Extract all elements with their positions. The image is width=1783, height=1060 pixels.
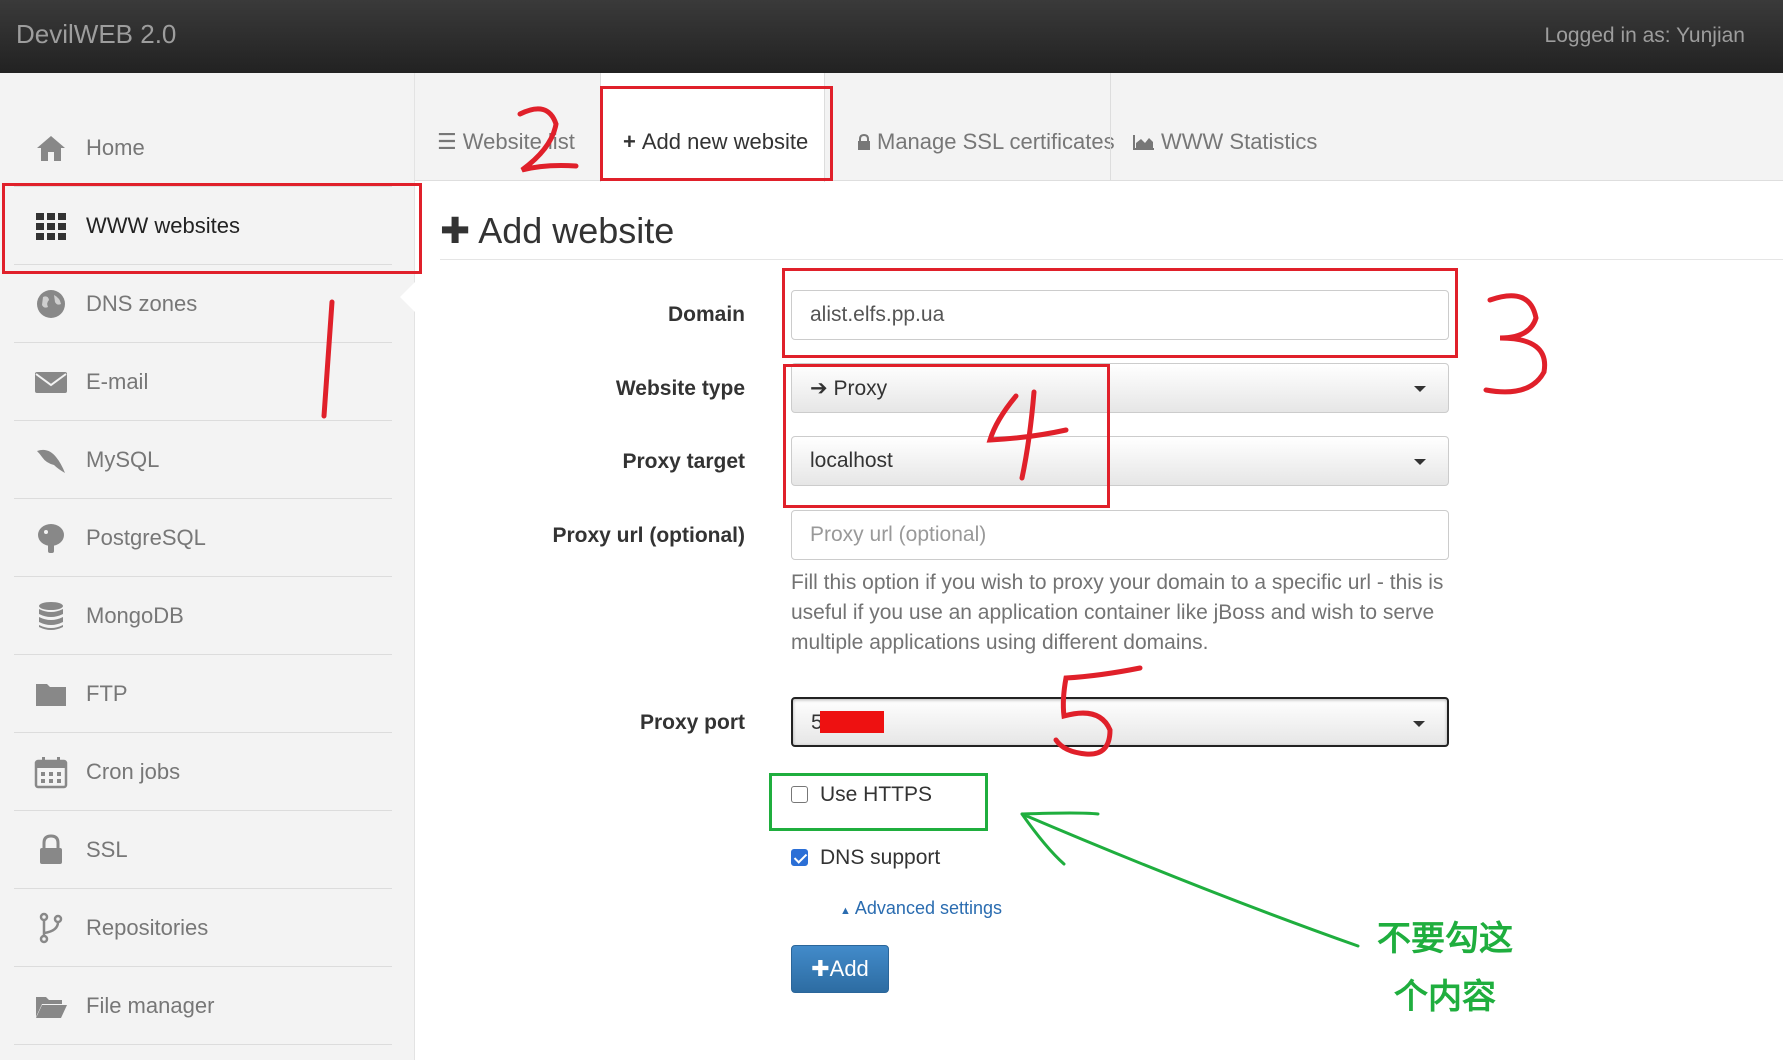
- sidebar-item-label: Repositories: [86, 915, 209, 940]
- annotation-number-3: [1483, 293, 1548, 395]
- calendar-icon: [34, 757, 68, 789]
- sidebar-item-postgresql[interactable]: PostgreSQL: [14, 499, 392, 577]
- elephant-icon: [38, 524, 64, 553]
- sidebar-item-cron-jobs[interactable]: Cron jobs: [14, 733, 392, 811]
- folder-open-icon: [36, 997, 67, 1018]
- redacted-port-mark: [820, 711, 884, 733]
- lock-icon: [857, 129, 871, 155]
- sidebar-item-label: MongoDB: [86, 603, 184, 628]
- advanced-settings-text: Advanced settings: [854, 898, 1002, 918]
- sidebar-item-mysql[interactable]: MySQL: [14, 421, 392, 499]
- caret-down-icon: [1414, 459, 1426, 465]
- tab-label: Website list: [462, 129, 575, 154]
- sidebar-item-file-manager[interactable]: File manager: [14, 967, 392, 1045]
- plus-icon: ✚: [811, 956, 830, 981]
- dns-support-checkbox[interactable]: DNS support: [791, 846, 940, 870]
- logged-in-text: Logged in as: Yunjian: [1544, 24, 1745, 47]
- proxy-url-help: Fill this option if you wish to proxy yo…: [791, 571, 1444, 654]
- sidebar-item-dns-zones[interactable]: DNS zones: [14, 265, 392, 343]
- sidebar-item-mongodb[interactable]: MongoDB: [14, 577, 392, 655]
- sidebar-item-label: E-mail: [86, 369, 149, 394]
- database-icon: [39, 602, 63, 630]
- sidebar-item-label: SSL: [86, 837, 128, 862]
- title-divider: [440, 259, 1783, 260]
- tab-label: Manage SSL certificates: [877, 129, 1115, 154]
- sidebar-item-ftp[interactable]: FTP: [14, 655, 392, 733]
- website-type-label: Website type: [615, 377, 745, 400]
- tab-website-list[interactable]: ☰ Website list: [437, 73, 575, 181]
- sidebar-item-label: File manager: [86, 993, 215, 1018]
- tab-www-statistics[interactable]: WWW Statistics: [1110, 73, 1317, 181]
- caret-up-icon: ▲: [840, 905, 851, 917]
- page-title-text: Add website: [478, 210, 675, 251]
- plus-icon: ✚: [440, 210, 471, 251]
- checkbox-box[interactable]: [791, 849, 808, 866]
- domain-label: Domain: [667, 303, 745, 326]
- annotation-box-proxy: [783, 364, 1110, 508]
- folder-icon: [36, 684, 66, 706]
- sidebar-item-label: Home: [86, 135, 145, 160]
- add-button[interactable]: ✚Add: [791, 945, 889, 993]
- active-item-pointer: [400, 281, 416, 313]
- advanced-settings-link[interactable]: ▲ Advanced settings: [840, 898, 1002, 919]
- annotation-arrow: [1020, 811, 1360, 948]
- caret-down-icon: [1414, 386, 1426, 392]
- envelope-icon: [35, 372, 67, 393]
- sidebar-item-ssl[interactable]: SSL: [14, 811, 392, 889]
- branch-icon: [39, 912, 63, 944]
- list-icon: ☰: [437, 129, 457, 154]
- page-title: ✚ Add website: [440, 210, 674, 252]
- annotation-note: 不要勾这个内容: [1377, 920, 1513, 1016]
- top-navbar: DevilWEB 2.0 Logged in as: Yunjian: [0, 0, 1783, 73]
- add-button-label: Add: [829, 956, 869, 981]
- sidebar-item-label: Cron jobs: [86, 759, 181, 784]
- annotation-box-sidebar: [2, 183, 422, 274]
- caret-down-icon: [1413, 721, 1425, 727]
- sidebar-item-label: FTP: [86, 681, 128, 706]
- annotation-box-domain: [782, 268, 1458, 358]
- proxy-url-label: Proxy url (optional): [552, 524, 745, 547]
- sidebar-item-label: MySQL: [86, 447, 160, 472]
- annotation-box-https: [769, 773, 988, 831]
- proxy-target-label: Proxy target: [622, 450, 745, 473]
- home-icon: [37, 136, 65, 161]
- app-brand[interactable]: DevilWEB 2.0: [16, 19, 176, 50]
- lock-icon: [40, 834, 62, 864]
- annotation-box-add-tab: [600, 86, 833, 181]
- sidebar-item-label: DNS zones: [86, 291, 198, 316]
- proxy-port-label: Proxy port: [639, 711, 745, 734]
- sidebar-item-repositories[interactable]: Repositories: [14, 889, 392, 967]
- sidebar-item-email[interactable]: E-mail: [14, 343, 392, 421]
- area-chart-icon: [1133, 129, 1155, 155]
- sidebar-item-home[interactable]: Home: [14, 109, 392, 187]
- globe-icon: [37, 290, 65, 318]
- proxy-url-input[interactable]: [791, 510, 1449, 560]
- dns-support-label: DNS support: [820, 846, 941, 869]
- tab-label: WWW Statistics: [1161, 129, 1318, 154]
- proxy-port-select[interactable]: 5: [791, 697, 1449, 747]
- sidebar-item-label: PostgreSQL: [86, 525, 206, 550]
- dolphin-icon: [37, 449, 65, 473]
